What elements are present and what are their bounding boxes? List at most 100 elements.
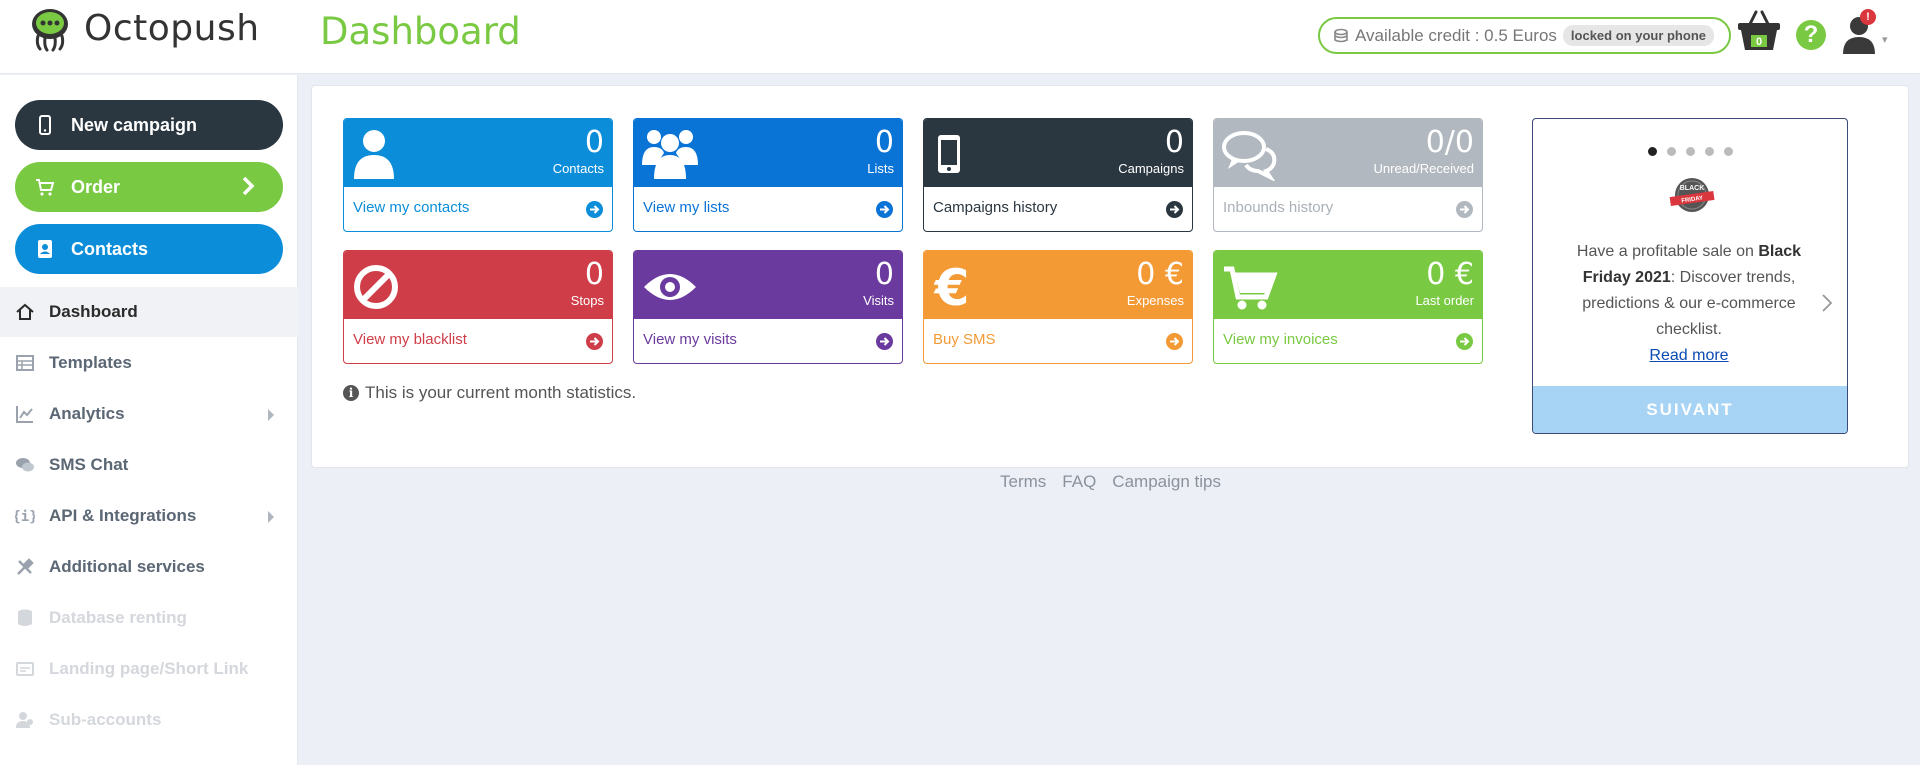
new-campaign-button[interactable]: New campaign (15, 100, 283, 150)
tile-last-order[interactable]: 0 € Last order View my invoices (1213, 250, 1483, 364)
info-icon: i (343, 385, 359, 401)
brand-name: Octopush (84, 7, 260, 49)
basket-button[interactable]: 0 (1736, 8, 1782, 54)
database-icon (18, 609, 32, 626)
carousel-dot-5[interactable] (1723, 147, 1733, 156)
chevron-right-icon (242, 176, 255, 196)
tile-header: 0/0 Unread/Received (1214, 119, 1482, 187)
tile-link-text: View my lists (643, 199, 730, 216)
page-title: Dashboard (320, 10, 521, 53)
api-braces-icon: {i} (15, 509, 35, 525)
tile-label: Contacts (552, 161, 604, 176)
tile-link[interactable]: View my invoices (1214, 319, 1482, 363)
basket-icon: 0 (1738, 10, 1780, 50)
tile-label: Stops (570, 293, 604, 308)
sidebar-item-templates[interactable]: Templates (0, 338, 298, 388)
tile-link-text: View my invoices (1223, 331, 1338, 348)
carousel-slide-text: Have a profitable sale on Black Friday 2… (1573, 239, 1805, 369)
tile-label: Campaigns (1118, 161, 1184, 176)
sidebar-item-dashboard[interactable]: Dashboard (0, 287, 298, 337)
tile-blacklist[interactable]: 0 Stops View my blacklist (343, 250, 613, 364)
sidebar-item-label: SMS Chat (49, 455, 129, 474)
tile-header: 0 Campaigns (924, 119, 1192, 187)
credit-indicator[interactable]: Available credit : 0.5 Euros locked on y… (1318, 17, 1731, 54)
tile-link[interactable]: View my contacts (344, 187, 612, 231)
footer-link-terms[interactable]: Terms (1000, 472, 1046, 492)
sidebar-item-sub-accounts[interactable]: Sub-accounts (0, 695, 298, 745)
tile-header: € 0 € Expenses (924, 251, 1192, 319)
sidebar-item-sms-chat[interactable]: SMS Chat (0, 440, 298, 490)
chevron-down-icon[interactable]: ▾ (1882, 33, 1888, 46)
tile-value: 0 (584, 257, 604, 292)
sidebar-item-api-integrations[interactable]: {i} API & Integrations (0, 491, 298, 541)
caret-right-icon (268, 409, 274, 421)
cart-icon (36, 179, 55, 196)
sidebar-item-label: Database renting (49, 608, 187, 627)
tile-contacts[interactable]: 0 Contacts View my contacts (343, 118, 613, 232)
tile-expenses[interactable]: € 0 € Expenses Buy SMS (923, 250, 1193, 364)
sidebar-item-landing-page[interactable]: Landing page/Short Link (0, 644, 298, 694)
tile-label: Expenses (1126, 293, 1184, 308)
arrow-circle-right-icon (1166, 201, 1183, 218)
tools-icon (17, 558, 34, 575)
black-friday-badge-icon: BLACK FRIDAY (1669, 178, 1715, 212)
chevron-right-icon[interactable] (1821, 293, 1833, 313)
sidebar: New campaign Order Contacts Dashboard Te… (0, 75, 298, 765)
sidebar-item-label: Landing page/Short Link (49, 659, 249, 678)
sidebar-item-analytics[interactable]: Analytics (0, 389, 298, 439)
tile-lists[interactable]: 0 Lists View my lists (633, 118, 903, 232)
sidebar-item-additional-services[interactable]: Additional services (0, 542, 298, 592)
monthly-stats-note: i This is your current month statistics. (343, 383, 636, 403)
sidebar-item-label: Additional services (49, 557, 205, 576)
tile-label: Last order (1415, 293, 1474, 308)
cart-icon (1224, 266, 1278, 310)
tile-link-text: Campaigns history (933, 199, 1058, 216)
euro-icon: € (934, 259, 970, 313)
tile-link[interactable]: View my visits (634, 319, 902, 363)
carousel-dot-4[interactable] (1704, 147, 1714, 156)
brand-logo[interactable]: Octopush (26, 4, 260, 52)
footer-link-faq[interactable]: FAQ (1062, 472, 1096, 492)
next-slide-button[interactable]: SUIVANT (1533, 386, 1847, 433)
tile-campaigns[interactable]: 0 Campaigns Campaigns history (923, 118, 1193, 232)
chat-bubbles-icon (16, 458, 34, 472)
order-button[interactable]: Order (15, 162, 283, 212)
tile-inbounds[interactable]: 0/0 Unread/Received Inbounds history (1213, 118, 1483, 232)
basket-count: 0 (1756, 36, 1762, 48)
arrow-circle-right-icon (876, 201, 893, 218)
tile-link[interactable]: Campaigns history (924, 187, 1192, 231)
tile-header: 0 Stops (344, 251, 612, 319)
note-text: This is your current month statistics. (365, 383, 637, 402)
caret-right-icon (268, 511, 274, 523)
tile-header: 0 Visits (634, 251, 902, 319)
badge-text-top: BLACK (1680, 185, 1705, 192)
contacts-button[interactable]: Contacts (15, 224, 283, 274)
tile-link[interactable]: View my blacklist (344, 319, 612, 363)
order-label: Order (71, 176, 121, 197)
carousel-dot-2[interactable] (1666, 147, 1676, 156)
notification-badge: ! (1860, 9, 1876, 25)
sidebar-item-label: Dashboard (49, 302, 138, 321)
read-more-link[interactable]: Read more (1649, 347, 1728, 364)
carousel-dot-3[interactable] (1685, 147, 1695, 156)
address-book-icon (38, 240, 52, 258)
sidebar-item-database-renting[interactable]: Database renting (0, 593, 298, 643)
slide-text-before: Have a profitable sale on (1576, 243, 1759, 260)
tile-link[interactable]: Buy SMS (924, 319, 1192, 363)
mobile-icon (938, 135, 960, 173)
new-campaign-label: New campaign (71, 114, 198, 135)
tile-visits[interactable]: 0 Visits View my visits (633, 250, 903, 364)
arrow-circle-right-icon (1456, 333, 1473, 350)
template-icon (16, 355, 34, 371)
top-header: Octopush Dashboard Available credit : 0.… (0, 0, 1920, 74)
footer-link-campaign-tips[interactable]: Campaign tips (1112, 472, 1221, 492)
help-button[interactable]: ? (1796, 20, 1826, 50)
carousel-dot-1[interactable] (1647, 147, 1657, 156)
tile-value: 0 (874, 257, 894, 292)
tile-label: Lists (867, 161, 894, 176)
tile-link[interactable]: Inbounds history (1214, 187, 1482, 231)
tile-value: 0 € (1136, 257, 1184, 292)
tile-link[interactable]: View my lists (634, 187, 902, 231)
arrow-circle-right-icon (1166, 333, 1183, 350)
sidebar-item-label: API & Integrations (49, 506, 197, 525)
